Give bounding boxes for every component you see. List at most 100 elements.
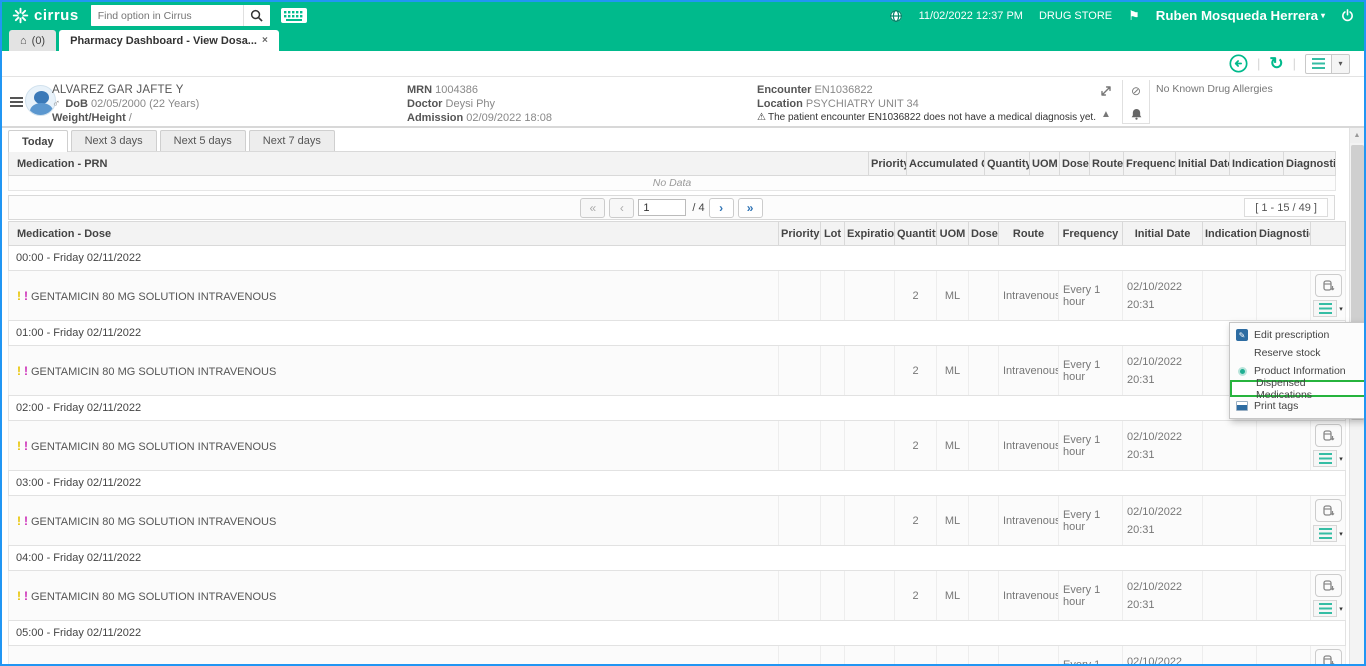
row-menu-button[interactable] — [1313, 525, 1338, 542]
user-menu-button[interactable]: Ruben Mosqueda Herrera ▾ — [1156, 8, 1325, 23]
day-tab-next-5-days[interactable]: Next 5 days — [159, 130, 246, 151]
time-group-row: 00:00 - Friday 02/11/2022 — [8, 245, 1346, 271]
prn-column-header: Accumulated Qty — [906, 151, 985, 176]
chevron-down-icon[interactable]: ▾ — [1339, 605, 1343, 613]
chevron-down-icon[interactable]: ▾ — [1339, 305, 1343, 313]
prn-column-header: Quantity — [984, 151, 1030, 176]
quantity-cell: 2 — [894, 570, 937, 621]
dose-cell — [968, 420, 999, 471]
next-page-button[interactable]: › — [708, 197, 734, 218]
lot-cell — [820, 270, 845, 321]
dose-column-header: Route — [998, 221, 1059, 246]
dispense-button[interactable] — [1314, 499, 1342, 522]
dob-value: 02/05/2000 (22 Years) — [90, 98, 200, 110]
edit-icon: ✎ — [1236, 329, 1248, 341]
row-menu-button[interactable] — [1313, 450, 1338, 467]
quantity-cell: 2 — [894, 270, 937, 321]
view-options-dropdown-button[interactable]: ▾ — [1332, 53, 1350, 74]
dispense-icon — [1323, 279, 1335, 291]
bell-icon[interactable] — [1124, 105, 1148, 123]
expiration-cell — [844, 345, 895, 396]
location-value: PSYCHIATRY UNIT 34 — [805, 98, 919, 110]
diagnostic-cell — [1256, 420, 1311, 471]
prn-column-header: Frequency — [1123, 151, 1176, 176]
virtual-keyboard-button[interactable] — [280, 6, 312, 26]
dispense-button[interactable] — [1314, 424, 1342, 447]
last-page-button[interactable]: » — [737, 197, 763, 218]
menu-item-label: Edit prescription — [1254, 329, 1330, 341]
medication-name: GENTAMICIN 80 MG SOLUTION INTRAVENOUS — [31, 515, 277, 528]
alert-triangle-icon[interactable]: ▲ — [1094, 105, 1118, 123]
dispense-button[interactable] — [1314, 649, 1342, 664]
medication-cell: !!GENTAMICIN 80 MG SOLUTION INTRAVENOUS — [8, 420, 779, 471]
patient-menu-icon[interactable] — [10, 97, 23, 107]
row-menu-button[interactable] — [1313, 300, 1338, 317]
male-gender-icon: ♂ — [52, 98, 61, 110]
lot-cell — [820, 495, 845, 546]
list-icon — [1318, 303, 1332, 314]
dose-column-header: Initial Date — [1122, 221, 1203, 246]
chevron-down-icon: ▾ — [1338, 59, 1343, 68]
expand-icon[interactable] — [1094, 82, 1118, 100]
top-bar: cirrus Find option in Cirrus 11/02/2022 … — [2, 2, 1364, 29]
time-group-row: 03:00 - Friday 02/11/2022 — [8, 470, 1346, 496]
no-allergy-icon[interactable]: ⊘ — [1124, 82, 1148, 100]
time-group-header: 01:00 - Friday 02/11/2022 — [8, 320, 1346, 346]
language-globe-button[interactable] — [889, 9, 903, 23]
initial-time: 20:31 — [1127, 598, 1155, 611]
flag-icon[interactable]: ⚑ — [1128, 8, 1140, 24]
lot-cell — [820, 420, 845, 471]
day-tab-next-7-days[interactable]: Next 7 days — [248, 130, 335, 151]
day-tab-today[interactable]: Today — [8, 130, 68, 152]
search-input[interactable] — [90, 5, 243, 26]
menu-item-dispensed-medications[interactable]: Dispensed Medications — [1230, 377, 1364, 401]
day-tab-next-3-days[interactable]: Next 3 days — [70, 130, 157, 151]
frequency-cell: Every 1 hour — [1058, 420, 1123, 471]
time-group-row: 02:00 - Friday 02/11/2022 — [8, 395, 1346, 421]
priority-warning-icon: ! — [17, 363, 21, 378]
dose-column-header: UOM — [936, 221, 969, 246]
menu-item-label: Dispensed Medications — [1256, 376, 1313, 401]
initial-date: 02/10/2022 — [1127, 505, 1183, 518]
page-number-input[interactable] — [638, 199, 687, 216]
logout-power-button[interactable] — [1341, 9, 1354, 22]
menu-item-reserve-stock[interactable]: Reserve stock — [1230, 344, 1364, 362]
dispense-button[interactable] — [1314, 274, 1342, 297]
dose-table-title: Medication - Dose — [8, 221, 779, 246]
bell-shape-icon — [1131, 108, 1141, 120]
prev-page-button[interactable]: ‹ — [609, 197, 635, 218]
record-range-label: [ 1 - 15 / 49 ] — [1244, 198, 1328, 217]
dispense-icon — [1323, 654, 1335, 664]
menu-item-edit-prescription[interactable]: ✎ Edit prescription — [1230, 326, 1364, 344]
chevron-down-icon[interactable]: ▾ — [1339, 455, 1343, 463]
list-view-button[interactable] — [1305, 53, 1332, 74]
menu-item-label: Product Information — [1254, 365, 1346, 377]
initial-time: 20:31 — [1127, 523, 1155, 536]
search-button[interactable] — [242, 5, 270, 26]
alert-warning-icon: ! — [24, 664, 28, 665]
frequency-cell: Every 1 hour — [1058, 345, 1123, 396]
dispense-icon — [1323, 579, 1335, 591]
chevron-down-icon: ▾ — [1320, 11, 1325, 20]
row-menu-button[interactable] — [1313, 600, 1338, 617]
home-tab[interactable]: ⌂ (0) — [9, 30, 57, 51]
medication-cell: !!GENTAMICIN 80 MG SOLUTION INTRAVENOUS — [8, 645, 779, 665]
expiration-cell — [844, 645, 895, 664]
medication-name: GENTAMICIN 80 MG SOLUTION INTRAVENOUS — [31, 440, 277, 453]
first-page-button[interactable]: « — [580, 197, 606, 218]
back-button[interactable] — [1229, 54, 1248, 73]
tab-pharmacy-dashboard[interactable]: Pharmacy Dashboard - View Dosa... × — [59, 30, 279, 51]
initial-date-cell: 02/10/2022 20:31 — [1122, 495, 1203, 546]
dose-column-header: Indications — [1202, 221, 1257, 246]
row-menu-group: ▾ — [1313, 525, 1343, 542]
scroll-up-arrow[interactable]: ▲ — [1350, 128, 1364, 143]
chevron-down-icon[interactable]: ▾ — [1339, 530, 1343, 538]
close-icon[interactable]: × — [262, 35, 268, 46]
dob-label: DoB — [65, 98, 88, 110]
dispense-button[interactable] — [1314, 574, 1342, 597]
refresh-icon[interactable]: ↻ — [1269, 55, 1283, 72]
warning-icon: ⚠ — [757, 112, 766, 123]
prn-column-header: Initial Date — [1175, 151, 1230, 176]
initial-date: 02/10/2022 — [1127, 280, 1183, 293]
row-actions: ▾ — [1313, 424, 1343, 467]
